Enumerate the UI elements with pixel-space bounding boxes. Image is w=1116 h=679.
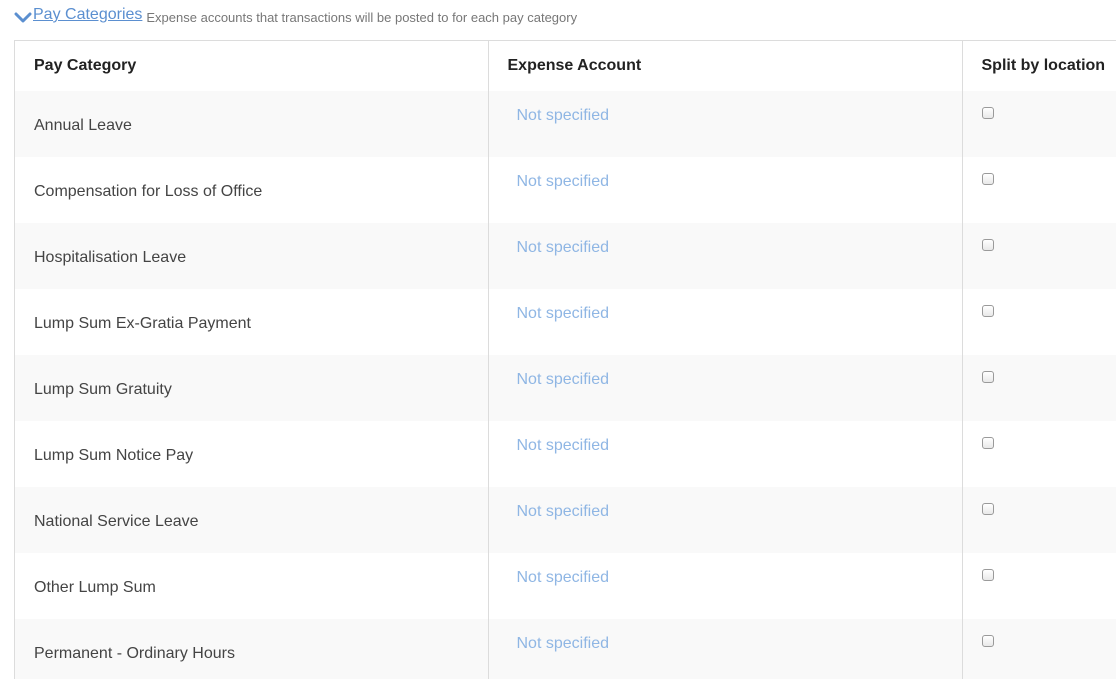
pay-category-cell: Other Lump Sum: [15, 553, 488, 619]
pay-category-cell: Lump Sum Ex-Gratia Payment: [15, 289, 488, 355]
split-by-location-cell: [961, 223, 1116, 289]
pay-category-name: Hospitalisation Leave: [34, 249, 187, 266]
split-by-location-checkbox[interactable]: [981, 305, 994, 317]
expense-account-link[interactable]: Not specified: [489, 223, 610, 257]
pay-category-name: Lump Sum Notice Pay: [34, 447, 194, 464]
column-header-pay-category: Pay Category: [15, 41, 488, 91]
expense-account-link[interactable]: Not specified: [489, 157, 610, 191]
pay-categories-table: Pay Category Expense Account Split by lo…: [15, 41, 1116, 679]
split-by-location-cell: [961, 553, 1116, 619]
split-by-location-cell: [961, 619, 1116, 679]
split-by-location-checkbox[interactable]: [981, 371, 994, 383]
expense-account-cell: Not specified: [487, 91, 962, 157]
pay-category-name: Compensation for Loss of Office: [34, 183, 263, 200]
pay-category-cell: Permanent - Ordinary Hours: [15, 619, 488, 679]
split-by-location-cell: [961, 289, 1116, 355]
pay-category-name: Lump Sum Gratuity: [34, 381, 172, 398]
pay-category-cell: Compensation for Loss of Office: [15, 157, 488, 223]
expense-account-link[interactable]: Not specified: [489, 289, 610, 323]
chevron-down-icon: [14, 10, 32, 24]
table-row: Lump Sum Ex-Gratia Payment Not specified: [15, 289, 1116, 355]
table-row: Permanent - Ordinary Hours Not specified: [15, 619, 1116, 679]
pay-category-name: Lump Sum Ex-Gratia Payment: [34, 315, 251, 332]
split-by-location-checkbox[interactable]: [981, 239, 994, 251]
split-by-location-checkbox[interactable]: [981, 107, 994, 119]
expense-account-cell: Not specified: [487, 223, 962, 289]
pay-category-name: Annual Leave: [34, 117, 132, 134]
table-row: Lump Sum Notice Pay Not specified: [15, 421, 1116, 487]
section-description: Expense accounts that transactions will …: [146, 10, 578, 25]
expense-account-link[interactable]: Not specified: [489, 487, 610, 521]
split-by-location-cell: [961, 421, 1116, 487]
expense-account-cell: Not specified: [487, 487, 962, 553]
split-by-location-cell: [961, 157, 1116, 223]
split-by-location-checkbox[interactable]: [981, 635, 994, 647]
split-by-location-cell: [961, 487, 1116, 553]
table-row: Annual Leave Not specified: [15, 91, 1116, 157]
expense-account-link[interactable]: Not specified: [489, 421, 610, 455]
pay-category-cell: Hospitalisation Leave: [15, 223, 488, 289]
pay-category-name: National Service Leave: [34, 513, 199, 530]
pay-category-cell: Lump Sum Notice Pay: [15, 421, 488, 487]
expense-account-cell: Not specified: [487, 619, 962, 679]
section-header: Pay Categories Expense accounts that tra…: [14, 6, 577, 28]
pay-category-name: Other Lump Sum: [34, 579, 156, 596]
split-by-location-checkbox[interactable]: [981, 503, 994, 515]
pay-category-cell: Lump Sum Gratuity: [15, 355, 488, 421]
pay-categories-table-container: Pay Category Expense Account Split by lo…: [14, 40, 1116, 679]
expense-account-link[interactable]: Not specified: [489, 553, 610, 587]
split-by-location-checkbox[interactable]: [981, 437, 994, 449]
pay-category-cell: Annual Leave: [15, 91, 488, 157]
expense-account-cell: Not specified: [487, 157, 962, 223]
expense-account-link[interactable]: Not specified: [489, 355, 610, 389]
table-row: Hospitalisation Leave Not specified: [15, 223, 1116, 289]
split-by-location-checkbox[interactable]: [981, 173, 994, 185]
split-by-location-cell: [961, 355, 1116, 421]
table-row: Other Lump Sum Not specified: [15, 553, 1116, 619]
expense-account-link[interactable]: Not specified: [489, 91, 610, 125]
expense-account-link[interactable]: Not specified: [489, 619, 610, 653]
split-by-location-checkbox[interactable]: [981, 569, 994, 581]
table-row: National Service Leave Not specified: [15, 487, 1116, 553]
table-body: Annual Leave Not specified Compensation fo…: [15, 91, 1116, 679]
pay-categories-toggle[interactable]: Pay Categories: [14, 6, 142, 24]
table-row: Lump Sum Gratuity Not specified: [15, 355, 1116, 421]
expense-account-cell: Not specified: [487, 289, 962, 355]
pay-categories-toggle-label: Pay Categories: [33, 6, 143, 23]
split-by-location-cell: [961, 91, 1116, 157]
expense-account-cell: Not specified: [487, 421, 962, 487]
pay-category-name: Permanent - Ordinary Hours: [34, 645, 235, 662]
table-header-row: Pay Category Expense Account Split by lo…: [15, 41, 1116, 91]
expense-account-cell: Not specified: [487, 355, 962, 421]
column-header-expense-account: Expense Account: [487, 41, 962, 91]
table-row: Compensation for Loss of Office Not speci…: [15, 157, 1116, 223]
expense-account-cell: Not specified: [487, 553, 962, 619]
column-header-split-by-location: Split by location: [961, 41, 1116, 91]
pay-category-cell: National Service Leave: [15, 487, 488, 553]
